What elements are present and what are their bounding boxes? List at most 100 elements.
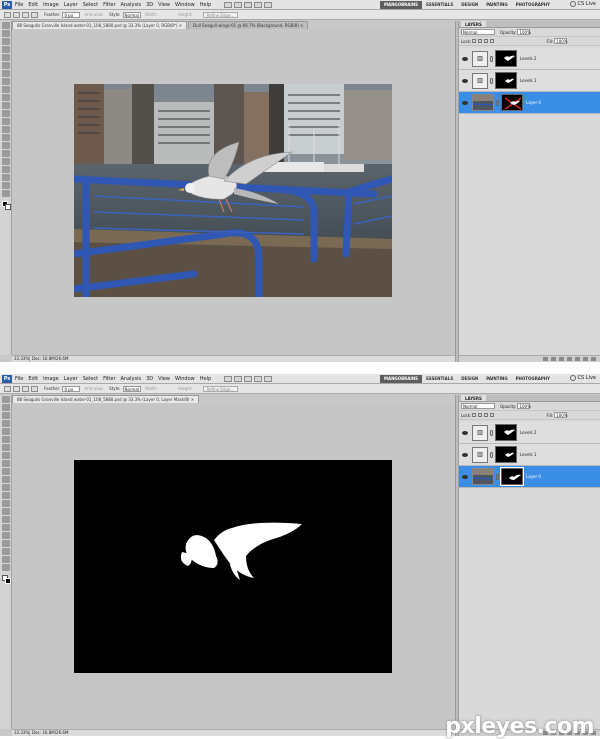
healing-tool-icon[interactable] (2, 70, 10, 77)
menu-edit[interactable]: Edit (28, 2, 38, 8)
menu-select[interactable]: Select (83, 376, 98, 382)
menu-select[interactable]: Select (83, 2, 98, 8)
layers-tab[interactable]: LAYERS (461, 21, 486, 27)
menu-image[interactable]: Image (43, 376, 59, 382)
workspace-mangobrains[interactable]: MANGOBRAINS (380, 1, 423, 9)
zoom-level-icon[interactable] (244, 1, 253, 8)
doc-size-readout[interactable]: Doc: 16.8M/26.6M (30, 730, 68, 736)
new-layer-icon[interactable] (583, 357, 588, 361)
canvas-area[interactable] (12, 403, 455, 729)
mini-bridge-icon[interactable] (234, 375, 243, 382)
layer-name[interactable]: Layer 0 (526, 100, 541, 105)
lock-transparency-icon[interactable] (472, 413, 477, 417)
shape-tool-icon[interactable] (2, 158, 10, 165)
lock-transparency-icon[interactable] (472, 39, 477, 43)
zoom-level-icon[interactable] (244, 375, 253, 382)
layer-name[interactable]: Levels 2 (520, 56, 536, 61)
layer-name[interactable]: Levels 2 (520, 430, 536, 435)
fill-input[interactable]: 100% (554, 412, 568, 418)
shape-tool-icon[interactable] (2, 532, 10, 539)
hand-icon[interactable] (254, 1, 263, 8)
menu-edit[interactable]: Edit (28, 376, 38, 382)
layer-name[interactable]: Layer 0 (526, 474, 541, 479)
3d-orbit-tool-icon[interactable] (2, 174, 10, 181)
marquee-tool-icon[interactable] (2, 30, 10, 37)
visibility-eye-icon[interactable] (462, 78, 468, 83)
zoom-tool-icon[interactable] (2, 190, 10, 197)
healing-tool-icon[interactable] (2, 444, 10, 451)
dodge-tool-icon[interactable] (2, 500, 10, 507)
workspace-photography[interactable]: PHOTOGRAPHY (512, 1, 554, 9)
lasso-tool-icon[interactable] (2, 38, 10, 45)
lock-all-icon[interactable] (490, 413, 495, 417)
eraser-tool-icon[interactable] (2, 476, 10, 483)
opacity-input[interactable]: 100% (517, 403, 531, 409)
pen-tool-icon[interactable] (2, 134, 10, 141)
background-color-swatch[interactable] (5, 204, 11, 210)
document-tab[interactable]: 88 Seagulls Granville Island water-01_10… (12, 21, 188, 29)
trash-icon[interactable] (591, 357, 596, 361)
marquee-tool-icon[interactable] (4, 385, 11, 392)
3d-rotate-tool-icon[interactable] (2, 540, 10, 547)
pen-tool-icon[interactable] (2, 508, 10, 515)
document-canvas-photo[interactable] (74, 84, 392, 297)
cs-live-button[interactable]: CS Live (569, 375, 596, 381)
brush-tool-icon[interactable] (2, 452, 10, 459)
move-tool-icon[interactable] (2, 396, 10, 403)
menu-view[interactable]: View (158, 2, 170, 8)
antialias-label[interactable]: Anti-alias (84, 12, 103, 17)
stamp-tool-icon[interactable] (2, 86, 10, 93)
3d-orbit-tool-icon[interactable] (2, 548, 10, 555)
link-layers-icon[interactable] (543, 357, 548, 361)
menu-file[interactable]: File (15, 376, 23, 382)
lock-pixels-icon[interactable] (478, 39, 483, 43)
new-selection-icon[interactable] (13, 385, 20, 392)
opacity-input[interactable]: 100% (517, 29, 531, 35)
add-selection-icon[interactable] (22, 11, 29, 18)
layers-tab[interactable]: LAYERS (461, 395, 486, 401)
add-selection-icon[interactable] (22, 385, 29, 392)
document-canvas-mask[interactable] (74, 460, 392, 673)
subtract-selection-icon[interactable] (31, 385, 38, 392)
marquee-tool-icon[interactable] (2, 404, 10, 411)
eraser-tool-icon[interactable] (2, 102, 10, 109)
workspace-essentials[interactable]: ESSENTIALS (422, 375, 457, 383)
menu-window[interactable]: Window (175, 2, 195, 8)
eyedropper-tool-icon[interactable] (2, 62, 10, 69)
bridge-icon[interactable] (224, 1, 233, 8)
history-brush-tool-icon[interactable] (2, 468, 10, 475)
blur-tool-icon[interactable] (2, 118, 10, 125)
blend-mode-select[interactable]: Normal (461, 29, 495, 35)
antialias-label[interactable]: Anti-alias (84, 386, 103, 391)
lock-all-icon[interactable] (490, 39, 495, 43)
stamp-tool-icon[interactable] (2, 460, 10, 467)
hand-tool-icon[interactable] (2, 556, 10, 563)
feather-input[interactable]: 0 px (62, 11, 81, 18)
dodge-tool-icon[interactable] (2, 126, 10, 133)
menu-help[interactable]: Help (200, 376, 211, 382)
layer-mask-thumbnail[interactable] (495, 424, 517, 441)
visibility-eye-icon[interactable] (462, 452, 468, 457)
arrange-icon[interactable] (264, 375, 273, 382)
workspace-design[interactable]: DESIGN (457, 1, 482, 9)
menu-analysis[interactable]: Analysis (121, 376, 142, 382)
style-select[interactable]: Normal (122, 11, 141, 18)
menu-filter[interactable]: Filter (103, 376, 115, 382)
subtract-selection-icon[interactable] (31, 11, 38, 18)
layer-style-icon[interactable] (551, 357, 556, 361)
new-group-icon[interactable] (575, 357, 580, 361)
layer-thumbnail[interactable] (472, 94, 494, 111)
new-selection-icon[interactable] (13, 11, 20, 18)
canvas-area[interactable] (12, 29, 455, 355)
visibility-eye-icon[interactable] (462, 100, 468, 105)
doc-size-readout[interactable]: Doc: 16.8M/26.6M (30, 356, 68, 362)
quick-select-tool-icon[interactable] (2, 420, 10, 427)
add-mask-icon[interactable] (559, 357, 564, 361)
cs-live-button[interactable]: CS Live (569, 1, 596, 7)
brush-tool-icon[interactable] (2, 78, 10, 85)
background-color-swatch[interactable] (5, 578, 11, 584)
path-select-tool-icon[interactable] (2, 524, 10, 531)
blur-tool-icon[interactable] (2, 492, 10, 499)
gradient-tool-icon[interactable] (2, 484, 10, 491)
lock-pixels-icon[interactable] (478, 413, 483, 417)
